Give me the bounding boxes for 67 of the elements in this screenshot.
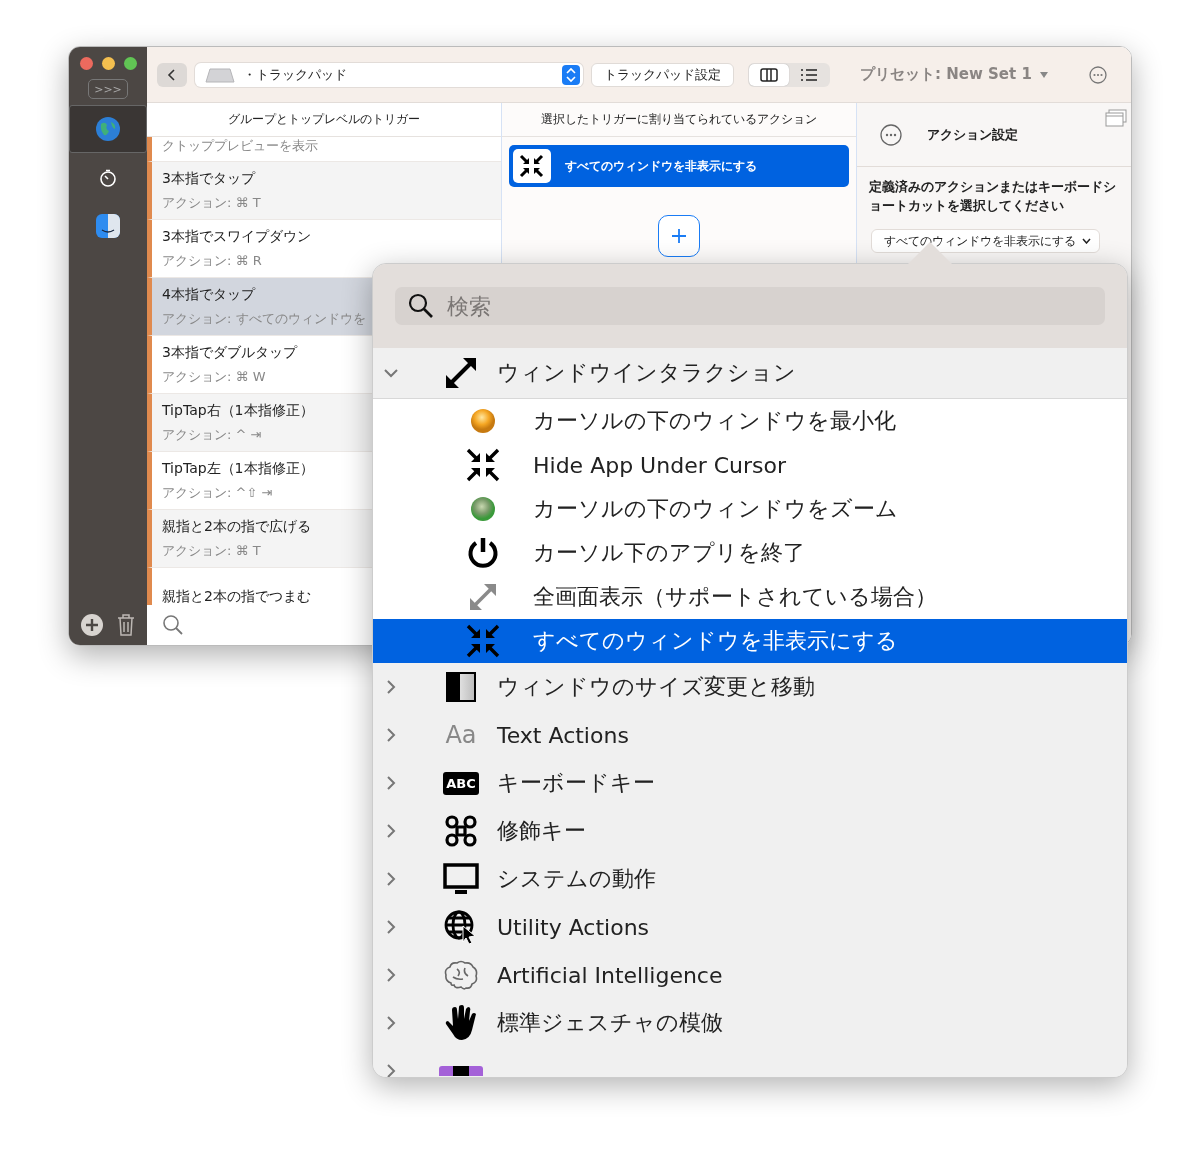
add-icon[interactable] xyxy=(80,613,104,637)
category-row[interactable]: Utility Actions xyxy=(373,903,1127,951)
plus-icon xyxy=(671,228,687,244)
zoom-button[interactable] xyxy=(123,57,137,70)
timer-icon xyxy=(98,168,118,188)
action-row[interactable]: すべてのウィンドウを非表示にする xyxy=(373,619,1127,663)
caret-icon[interactable] xyxy=(1039,71,1048,78)
chevron-down-icon xyxy=(1082,238,1091,244)
command-icon xyxy=(444,814,478,848)
columns-view-button[interactable] xyxy=(749,63,789,86)
panel-title: アクション設定 xyxy=(927,125,1018,144)
action-label: すべてのウィンドウを非表示にする xyxy=(565,157,757,175)
list-icon xyxy=(800,67,818,82)
category-row[interactable]: システムの動作 xyxy=(373,855,1127,903)
instruction-text: 定義済みのアクションまたはキーボードショートカットを選択してください xyxy=(868,178,1117,215)
trigger-item[interactable]: クトッププレビューを表示 xyxy=(147,137,501,162)
category-row[interactable]: ABC キーボードキー xyxy=(373,759,1127,807)
fullscreen-arrows-icon xyxy=(468,582,498,612)
expand-button[interactable]: >>> xyxy=(88,79,128,99)
windows-icon[interactable] xyxy=(1105,109,1127,127)
device-selector[interactable]: ・トラックパッド xyxy=(195,62,583,87)
category-row[interactable]: ウィンドウのサイズ変更と移動 xyxy=(373,663,1127,711)
category-row[interactable]: 標準ジェスチャの模倣 xyxy=(373,999,1127,1047)
power-icon xyxy=(467,536,499,570)
sphere-icon xyxy=(469,407,497,435)
trigger-item[interactable]: 3本指でタップ アクション: ⌘ T xyxy=(147,162,501,220)
hand-icon xyxy=(443,1004,479,1042)
action-item[interactable]: すべてのウィンドウを非表示にする xyxy=(509,145,849,187)
search-field[interactable]: 検索 xyxy=(395,287,1105,325)
monitor-icon xyxy=(443,863,479,895)
category-row[interactable]: ウィンドウインタラクション xyxy=(373,348,1127,399)
trash-icon[interactable] xyxy=(116,613,136,637)
split-square-icon xyxy=(445,671,477,703)
category-row[interactable]: Aa Text Actions xyxy=(373,711,1127,759)
category-row[interactable]: Artificial Intelligence xyxy=(373,951,1127,999)
app-icon xyxy=(95,213,121,239)
back-button[interactable] xyxy=(157,62,187,87)
search-icon[interactable] xyxy=(161,613,185,637)
stepper-icon xyxy=(562,64,580,85)
action-row[interactable]: カーソルの下のウィンドウを最小化 xyxy=(373,399,1127,443)
more-icon[interactable] xyxy=(1087,64,1108,85)
search-icon xyxy=(407,292,435,320)
action-row[interactable]: カーソルの下のウィンドウをズーム xyxy=(373,487,1127,531)
more-icon[interactable] xyxy=(879,122,903,147)
brain-icon xyxy=(443,959,479,991)
chevron-left-icon xyxy=(167,67,177,82)
notch-icon xyxy=(439,1066,483,1076)
compress-arrows-icon xyxy=(466,624,500,658)
minimize-button[interactable] xyxy=(101,57,115,70)
compress-arrows-icon xyxy=(466,448,500,482)
globe-icon xyxy=(95,116,121,142)
trackpad-icon xyxy=(205,66,235,83)
columns-icon xyxy=(760,67,778,82)
sidebar-item[interactable] xyxy=(69,105,147,153)
text-icon: Aa xyxy=(445,721,477,749)
category-row[interactable]: 修飾キー xyxy=(373,807,1127,855)
compress-arrows-icon xyxy=(513,149,551,183)
expand-arrows-icon xyxy=(443,355,479,391)
trackpad-settings-button[interactable]: トラックパッド設定 xyxy=(591,62,734,87)
keycap-icon: ABC xyxy=(443,771,479,795)
column-header: 選択したトリガーに割り当てられているアクション xyxy=(502,103,856,137)
close-button[interactable] xyxy=(79,57,93,70)
action-row[interactable]: Hide App Under Cursor xyxy=(373,443,1127,487)
sphere-icon xyxy=(469,495,497,523)
action-row[interactable]: 全画面表示（サポートされている場合） xyxy=(373,575,1127,619)
add-action-button[interactable] xyxy=(658,215,700,257)
action-row[interactable]: カーソル下のアプリを終了 xyxy=(373,531,1127,575)
